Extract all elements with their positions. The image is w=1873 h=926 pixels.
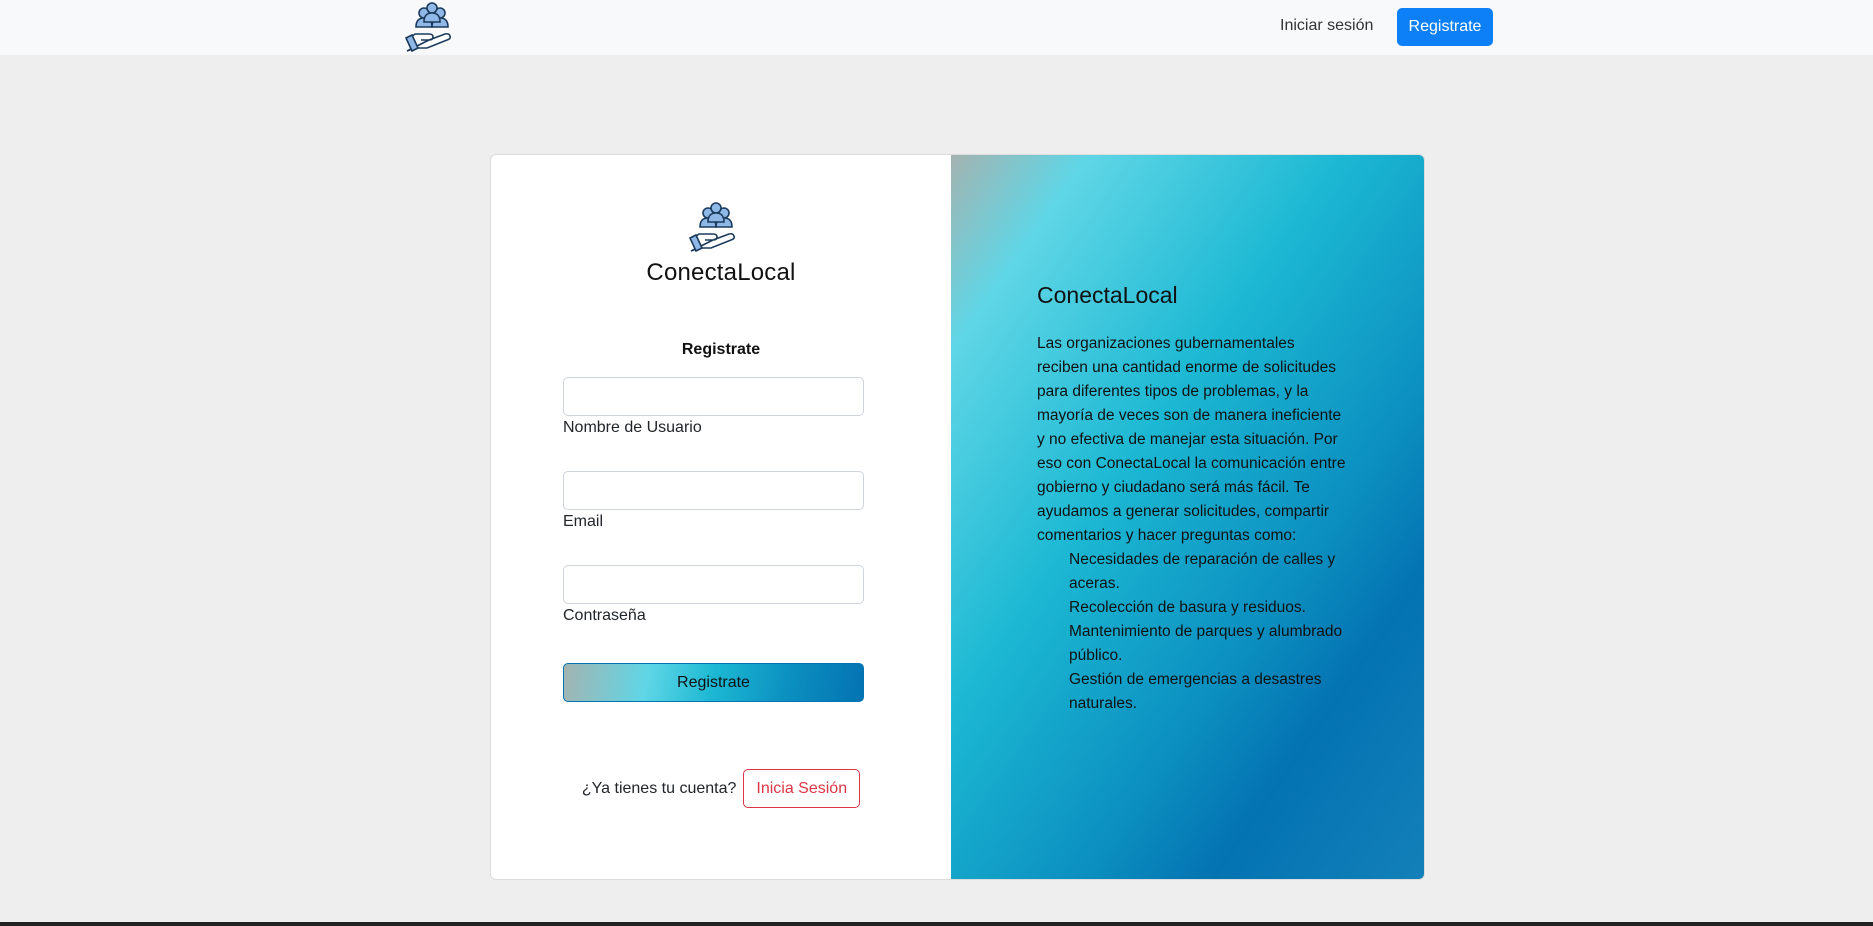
form-title: Registrate bbox=[681, 341, 761, 358]
info-list-item: Necesidades de reparación de calles y ac… bbox=[1069, 551, 1336, 592]
brand-title: ConectaLocal bbox=[646, 259, 796, 286]
info-list-item: Mantenimiento de parques y alumbrado púb… bbox=[1069, 623, 1343, 664]
username-label: Nombre de Usuario bbox=[563, 419, 702, 436]
login-prompt-text: ¿Ya tienes tu cuenta? bbox=[581, 779, 737, 797]
email-label: Email bbox=[563, 513, 604, 530]
info-description-block: Las organizaciones gubernamentales recib… bbox=[1037, 332, 1349, 716]
bottom-edge-bar bbox=[0, 922, 1873, 926]
register-card: ConectaLocal Registrate Nombre de Usuari… bbox=[490, 154, 1425, 880]
login-nav-link[interactable]: Iniciar sesión bbox=[1280, 17, 1373, 35]
top-navbar: Iniciar sesión Registrate bbox=[0, 0, 1873, 55]
info-list-item: Gestión de emergencias a desastres natur… bbox=[1069, 671, 1322, 712]
register-nav-button[interactable]: Registrate bbox=[1397, 8, 1493, 46]
people-in-hand-icon[interactable] bbox=[405, 1, 459, 53]
register-form-panel: ConectaLocal Registrate Nombre de Usuari… bbox=[491, 155, 951, 879]
info-list-item: Recolección de basura y residuos. bbox=[1069, 599, 1306, 616]
login-prompt-row: ¿Ya tienes tu cuenta? Inicia Sesión bbox=[491, 769, 951, 808]
info-list: Necesidades de reparación de calles y ac… bbox=[1069, 548, 1349, 716]
info-description: Las organizaciones gubernamentales recib… bbox=[1037, 335, 1346, 544]
password-input[interactable] bbox=[563, 565, 864, 604]
login-button[interactable]: Inicia Sesión bbox=[743, 769, 861, 808]
email-input[interactable] bbox=[563, 471, 864, 510]
people-in-hand-icon bbox=[689, 202, 735, 253]
username-input[interactable] bbox=[563, 377, 864, 416]
register-submit-button[interactable]: Registrate bbox=[563, 663, 864, 702]
info-title: ConectaLocal bbox=[1037, 282, 1178, 308]
password-label: Contraseña bbox=[563, 607, 646, 624]
info-panel: ConectaLocal Las organizaciones gubernam… bbox=[951, 155, 1424, 879]
